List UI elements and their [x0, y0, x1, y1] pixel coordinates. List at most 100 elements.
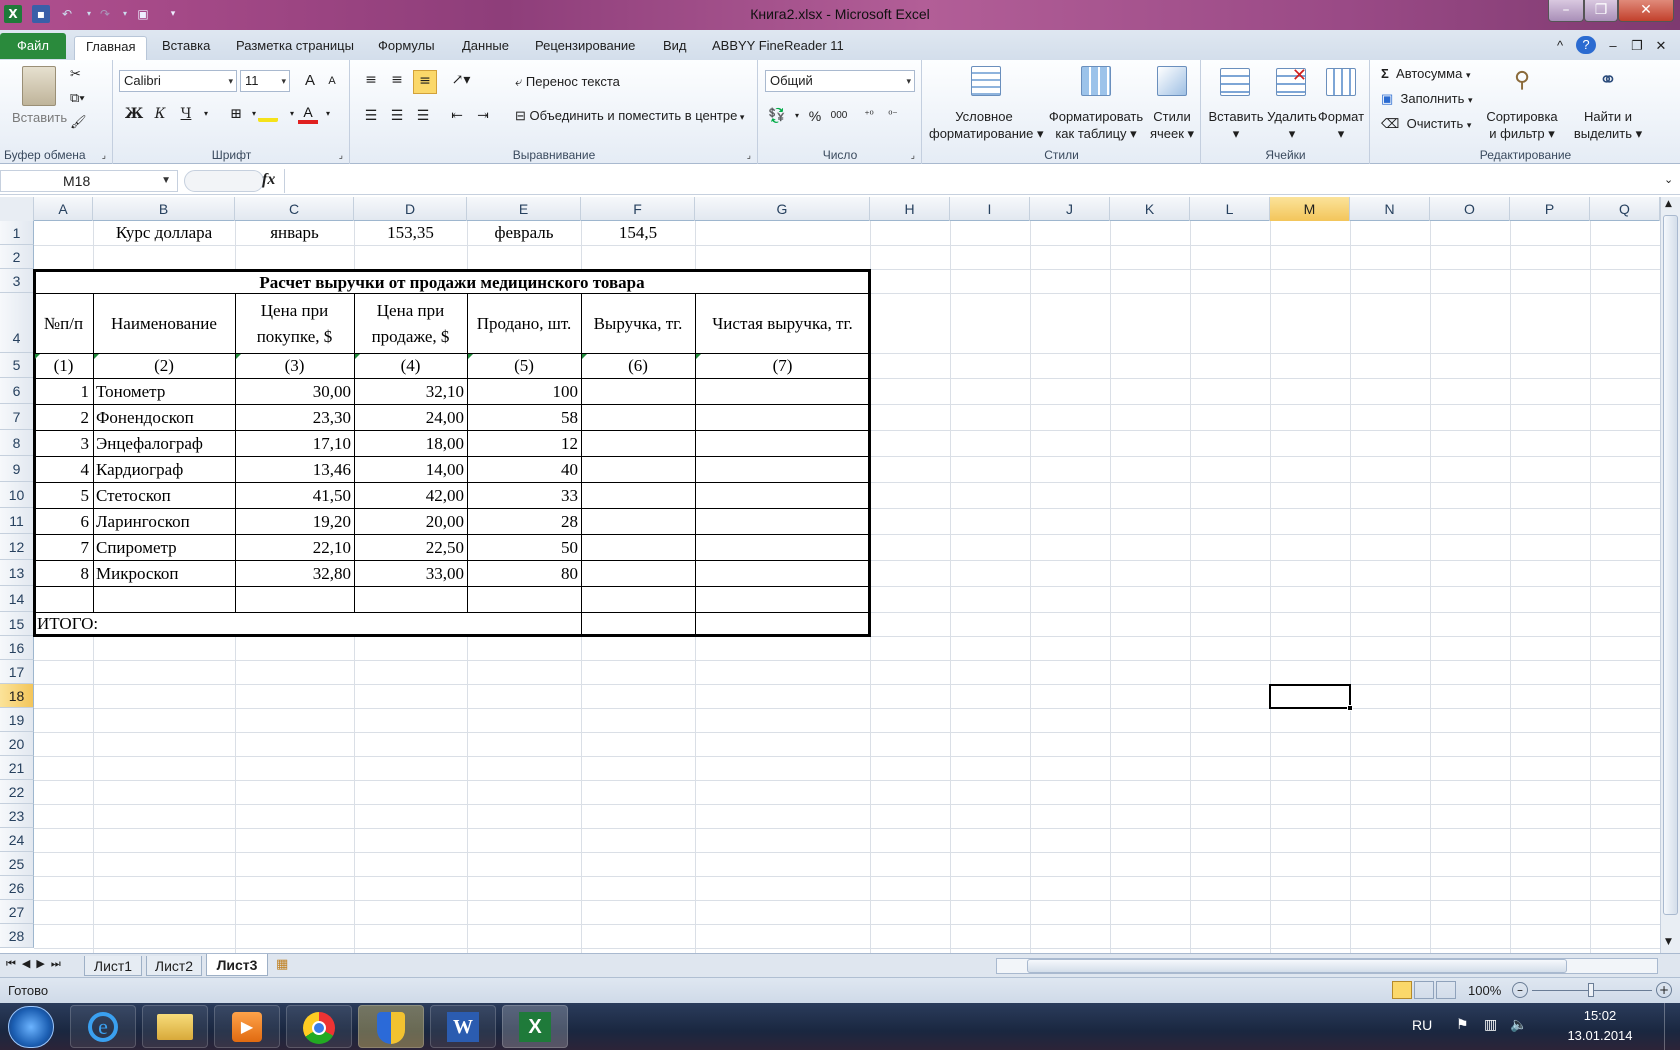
tab-page-layout[interactable]: Разметка страницы	[225, 36, 365, 60]
insert-cells-button[interactable]: Вставить ▾	[1208, 108, 1264, 142]
cell-C1[interactable]: январь	[235, 221, 354, 245]
font-name-combo[interactable]: Calibri ▾	[119, 70, 237, 92]
tab-file[interactable]: Файл	[0, 33, 66, 59]
col-number[interactable]: (1)	[34, 354, 93, 378]
grow-font-icon[interactable]: A	[300, 71, 320, 91]
font-launcher-icon[interactable]: ⌟	[339, 150, 343, 161]
col-header[interactable]: Q	[1590, 197, 1660, 221]
col-header[interactable]: F	[581, 197, 695, 221]
cell-item-number[interactable]: 2	[34, 405, 90, 430]
tab-abbyy[interactable]: ABBYY FineReader 11	[701, 36, 855, 60]
align-right-icon[interactable]: ☰	[413, 106, 433, 126]
cell-sold[interactable]: 50	[467, 535, 578, 560]
col-number[interactable]: (3)	[235, 354, 354, 378]
worksheet-grid[interactable]: 1 2 3 4 5 6 7 8 9 10 11 12 13 14 15 16 1…	[0, 221, 1660, 953]
borders-icon[interactable]: ⊞	[226, 104, 246, 124]
cell-buy-price[interactable]: 23,30	[235, 405, 351, 430]
cell-buy-price[interactable]: 32,80	[235, 561, 351, 586]
zoom-level[interactable]: 100%	[1468, 983, 1501, 998]
zoom-slider-thumb[interactable]	[1588, 983, 1594, 997]
cell-sold[interactable]: 58	[467, 405, 578, 430]
col-header[interactable]: E	[467, 197, 581, 221]
autosum-button[interactable]: Σ Автосумма ▾	[1381, 66, 1471, 81]
col-header[interactable]: L	[1190, 197, 1270, 221]
cell-item-number[interactable]: 1	[34, 379, 90, 404]
row-header[interactable]: 14	[0, 586, 34, 612]
font-size-combo[interactable]: 11 ▾	[240, 70, 290, 92]
page-layout-view-icon[interactable]	[1414, 981, 1434, 999]
cell-sold[interactable]: 28	[467, 509, 578, 534]
cell-item-name[interactable]: Энцефалограф	[96, 431, 235, 456]
name-box[interactable]: M18 ▼	[0, 170, 178, 192]
row-header[interactable]: 22	[0, 780, 34, 804]
align-middle-icon[interactable]: ≡	[387, 70, 407, 90]
ribbon-collapse-icon[interactable]: ^	[1550, 36, 1570, 60]
col-header[interactable]: N	[1350, 197, 1430, 221]
doc-close-icon[interactable]: ✕	[1652, 36, 1670, 60]
cell-item-number[interactable]: 3	[34, 431, 90, 456]
cell-item-name[interactable]: Ларингоскоп	[96, 509, 235, 534]
col-header[interactable]: G	[695, 197, 870, 221]
cell-buy-price[interactable]: 41,50	[235, 483, 351, 508]
cell-sold[interactable]: 40	[467, 457, 578, 482]
orientation-icon[interactable]: ↗▾	[451, 70, 471, 90]
expand-formula-icon[interactable]: ⌄	[1664, 173, 1673, 186]
explorer-taskbar-icon[interactable]	[142, 1005, 208, 1048]
sheet-nav-icons[interactable]: ⏮◀▶⏭	[6, 957, 67, 971]
cell-item-name[interactable]: Микроскоп	[96, 561, 235, 586]
increase-indent-icon[interactable]: ⇥	[473, 106, 493, 126]
col-header[interactable]: J	[1030, 197, 1110, 221]
percent-button[interactable]: %	[805, 106, 825, 126]
cell-sold[interactable]: 100	[467, 379, 579, 404]
header-revenue[interactable]: Выручка, тг.	[581, 294, 695, 353]
increase-decimal-icon[interactable]: ⁺⁰	[859, 106, 879, 126]
start-button[interactable]	[8, 1006, 54, 1048]
doc-minimize-icon[interactable]: –	[1604, 36, 1622, 60]
normal-view-icon[interactable]	[1392, 981, 1412, 999]
cell-buy-price[interactable]: 22,10	[235, 535, 351, 560]
language-indicator[interactable]: RU	[1412, 1017, 1432, 1033]
cell-sell-price[interactable]: 18,00	[354, 431, 464, 456]
tab-view[interactable]: Вид	[652, 36, 698, 60]
row-header[interactable]: 5	[0, 353, 34, 378]
row-header[interactable]: 15	[0, 612, 34, 636]
paste-button[interactable]: Вставить	[12, 110, 67, 125]
cell-D1[interactable]: 153,35	[354, 221, 467, 245]
close-button[interactable]: ✕	[1618, 0, 1674, 22]
select-all-corner[interactable]	[0, 197, 34, 221]
copy-icon[interactable]: ⧉▾	[70, 90, 85, 106]
format-cells-button[interactable]: Формат ▾	[1316, 108, 1366, 142]
insert-function-button[interactable]: fx	[262, 171, 275, 189]
show-desktop-button[interactable]	[1664, 1003, 1680, 1050]
doc-restore-icon[interactable]: ❐	[1628, 36, 1646, 60]
row-header-active[interactable]: 18	[0, 684, 34, 708]
total-label[interactable]: ИТОГО:	[37, 613, 237, 635]
cell-sold[interactable]: 12	[467, 431, 578, 456]
delete-cells-button[interactable]: Удалить ▾	[1264, 108, 1320, 142]
scroll-thumb[interactable]	[1663, 215, 1678, 915]
row-header[interactable]: 21	[0, 756, 34, 780]
cell-item-name[interactable]: Тонометр	[96, 379, 235, 404]
cell-buy-price[interactable]: 17,10	[235, 431, 351, 456]
cut-icon[interactable]: ✂	[70, 66, 81, 82]
row-header[interactable]: 17	[0, 660, 34, 684]
ie-taskbar-icon[interactable]: e	[70, 1005, 136, 1048]
decrease-decimal-icon[interactable]: ⁰⁻	[883, 106, 903, 126]
underline-dropdown-icon[interactable]: ▾	[196, 104, 216, 124]
media-player-taskbar-icon[interactable]: ▶	[214, 1005, 280, 1048]
header-number[interactable]: №п/п	[34, 294, 93, 353]
tab-home[interactable]: Главная	[74, 36, 148, 60]
zoom-in-icon[interactable]: +	[1656, 982, 1672, 998]
format-painter-icon[interactable]: 🖌	[70, 114, 87, 130]
cell-styles-button[interactable]: Стили ячеек ▾	[1147, 108, 1197, 142]
font-color-dropdown-icon[interactable]: ▾	[318, 104, 338, 124]
cell-item-number[interactable]: 7	[34, 535, 90, 560]
align-center-icon[interactable]: ☰	[387, 106, 407, 126]
bold-button[interactable]: Ж	[124, 104, 144, 124]
row-header[interactable]: 10	[0, 482, 34, 508]
col-header[interactable]: D	[354, 197, 467, 221]
shrink-font-icon[interactable]: A	[322, 71, 342, 91]
header-sold[interactable]: Продано, шт.	[467, 294, 581, 353]
col-header[interactable]: H	[870, 197, 950, 221]
cell-sell-price[interactable]: 20,00	[354, 509, 464, 534]
